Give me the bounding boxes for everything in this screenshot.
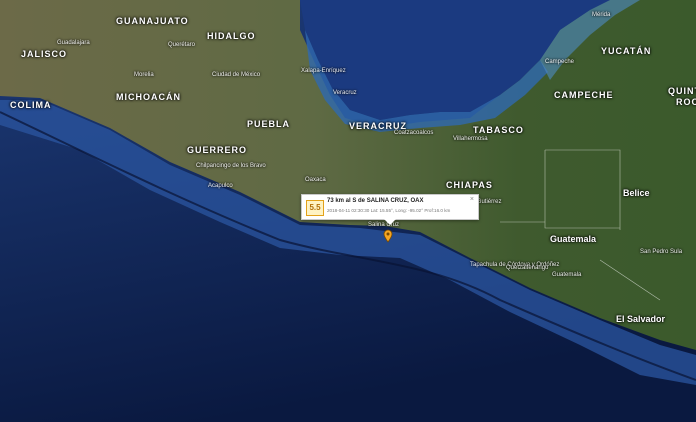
city-label-queretaro: Querétaro — [168, 42, 196, 48]
epicenter-marker-icon[interactable] — [383, 229, 393, 243]
city-label-quetzaltenango: Quetzaltenango — [506, 265, 549, 271]
country-label-belice: Belice — [623, 188, 650, 198]
country-label-guatemala: Guatemala — [550, 234, 597, 244]
state-label-jalisco: JALISCO — [21, 49, 68, 59]
city-label-guatemala-city: Guatemala — [552, 272, 582, 278]
city-label-guadalajara: Guadalajara — [57, 40, 90, 46]
state-label-yucatan: YUCATÁN — [601, 46, 652, 56]
magnitude-badge: 5.5 — [306, 200, 324, 216]
state-label-hidalgo: HIDALGO — [207, 31, 256, 41]
city-label-san-pedro-sula: San Pedro Sula — [640, 249, 683, 255]
state-label-quintana: QUINT — [668, 86, 696, 96]
state-label-michoacan: MICHOACÁN — [116, 92, 181, 102]
city-label-ciudad-mexico: Ciudad de México — [212, 72, 261, 78]
state-label-campeche: CAMPECHE — [554, 90, 614, 100]
state-label-quintana-roo: ROO — [676, 97, 696, 107]
city-label-veracruz: Veracruz — [333, 90, 357, 96]
city-label-morelia: Morelia — [134, 72, 154, 78]
city-label-oaxaca: Oaxaca — [305, 177, 326, 183]
country-label-el-salvador: El Salvador — [616, 314, 666, 324]
city-label-merida: Mérida — [592, 12, 611, 18]
city-label-acapulco: Acapulco — [208, 183, 233, 189]
close-icon[interactable]: × — [470, 196, 474, 203]
city-label-chilpancingo: Chilpancingo de los Bravo — [196, 163, 266, 169]
city-label-coatzacoalcos: Coatzacoalcos — [394, 130, 434, 136]
popup-detail: 2018-04-11 02:30:30 Lat: 15.55°, Long: -… — [327, 208, 451, 213]
city-label-villahermosa: Villahermosa — [453, 136, 488, 142]
state-label-puebla: PUEBLA — [247, 119, 291, 129]
state-label-chiapas: CHIAPAS — [446, 180, 493, 190]
popup-title: 73 km al S de SALINA CRUZ, OAX — [327, 198, 424, 204]
earthquake-info-popup[interactable]: 5.5 73 km al S de SALINA CRUZ, OAX 2018-… — [301, 194, 479, 225]
city-label-campeche: Campeche — [545, 59, 575, 65]
state-label-guerrero: GUERRERO — [187, 145, 248, 155]
city-label-xalapa: Xalapa-Enríquez — [301, 68, 346, 74]
state-label-guanajuato: GUANAJUATO — [116, 16, 189, 26]
state-label-colima: COLIMA — [10, 100, 52, 110]
state-label-tabasco: TABASCO — [473, 125, 524, 135]
